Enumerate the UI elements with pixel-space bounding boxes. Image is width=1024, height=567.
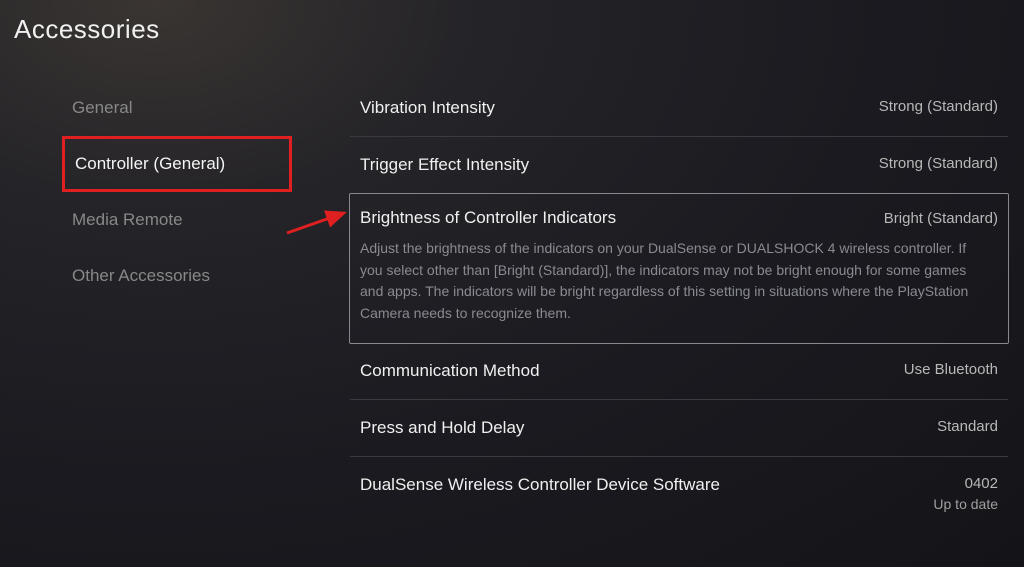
setting-vibration-intensity[interactable]: Vibration Intensity Strong (Standard)	[350, 80, 1008, 137]
setting-press-hold-delay[interactable]: Press and Hold Delay Standard	[350, 400, 1008, 457]
setting-label: DualSense Wireless Controller Device Sof…	[360, 475, 720, 495]
annotation-arrow	[282, 205, 357, 240]
sidebar-item-controller-general[interactable]: Controller (General)	[62, 136, 292, 192]
setting-value: Bright (Standard)	[884, 210, 998, 227]
sidebar-item-general[interactable]: General	[62, 80, 292, 136]
setting-value-sub: Up to date	[933, 496, 998, 512]
setting-label: Trigger Effect Intensity	[360, 155, 529, 175]
setting-description: Adjust the brightness of the indicators …	[360, 238, 998, 325]
setting-label: Vibration Intensity	[360, 98, 495, 118]
sidebar-item-other-accessories[interactable]: Other Accessories	[62, 248, 292, 304]
setting-value: 0402	[933, 475, 998, 492]
setting-brightness-indicators[interactable]: Brightness of Controller Indicators Brig…	[349, 193, 1009, 344]
settings-content: Vibration Intensity Strong (Standard) Tr…	[350, 80, 1008, 530]
sidebar: General Controller (General) Media Remot…	[62, 80, 292, 304]
setting-trigger-effect-intensity[interactable]: Trigger Effect Intensity Strong (Standar…	[350, 137, 1008, 194]
sidebar-item-media-remote[interactable]: Media Remote	[62, 192, 292, 248]
setting-label: Communication Method	[360, 361, 540, 381]
page-title: Accessories	[14, 14, 160, 45]
setting-label: Brightness of Controller Indicators	[360, 208, 616, 228]
setting-dualsense-software[interactable]: DualSense Wireless Controller Device Sof…	[350, 457, 1008, 530]
setting-value: Strong (Standard)	[879, 155, 998, 172]
setting-value: Use Bluetooth	[904, 361, 998, 378]
setting-label: Press and Hold Delay	[360, 418, 524, 438]
setting-communication-method[interactable]: Communication Method Use Bluetooth	[350, 343, 1008, 400]
setting-value: Standard	[937, 418, 998, 435]
setting-value: Strong (Standard)	[879, 98, 998, 115]
